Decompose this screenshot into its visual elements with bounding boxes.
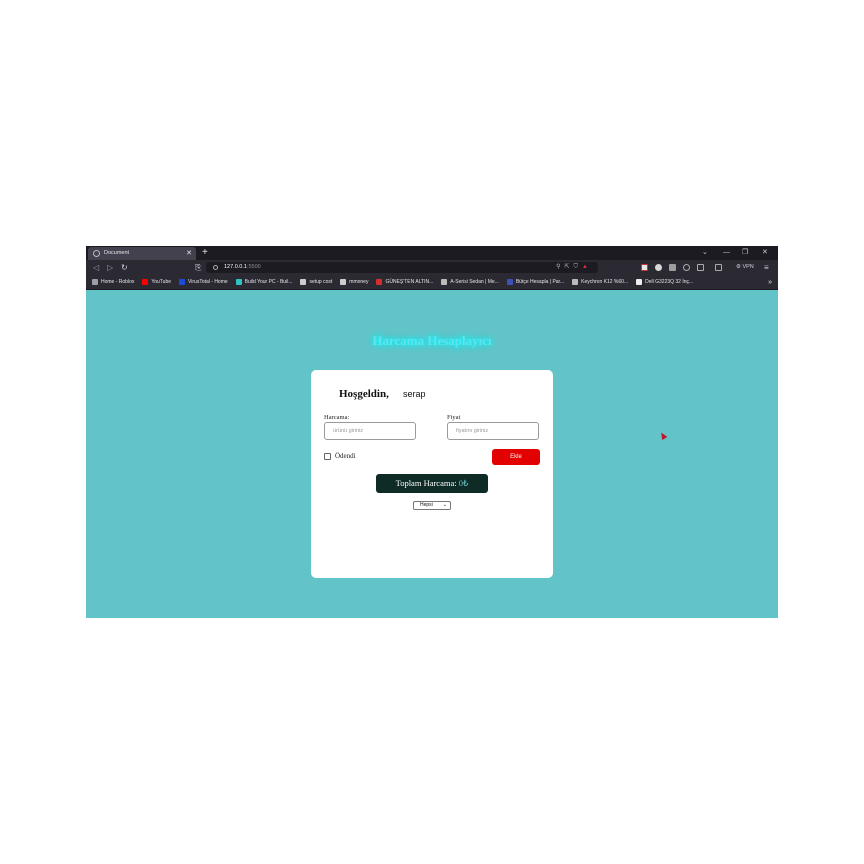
globe-icon [93, 250, 100, 257]
bookmark-favicon-icon [235, 279, 242, 285]
bookmark-item[interactable]: Keychron K12 %60... [572, 279, 628, 285]
paid-checkbox-row: Ödendi [324, 452, 356, 460]
filter-selected: Hepsi [420, 502, 433, 508]
chevron-down-icon[interactable]: ⌄ [702, 246, 708, 260]
shield-icon[interactable]: ⛉ [574, 264, 583, 270]
bookmark-favicon-icon [142, 279, 149, 285]
bookmarks-overflow-icon[interactable]: » [768, 275, 772, 290]
paid-checkbox[interactable] [324, 452, 331, 460]
menu-icon[interactable]: ≡ [764, 260, 769, 275]
total-expense: Toplam Harcama: 0₺ [376, 474, 488, 493]
maximize-icon[interactable]: ❐ [742, 246, 748, 260]
bookmark-favicon-icon [340, 279, 347, 285]
wallet-icon[interactable] [715, 264, 722, 271]
filter-select[interactable]: Hepsi ⌄ [413, 501, 451, 510]
bookmark-favicon-icon [92, 279, 98, 285]
bookmark-label: VirusTotal - Home [188, 279, 228, 285]
extension-icon[interactable] [655, 264, 662, 271]
expense-card: Hoşgeldin, serap Harcama: Fiyat Ödendi E… [311, 370, 553, 578]
bookmark-item[interactable]: Bütçe Hesapla | Par... [506, 279, 565, 285]
bookmarks-bar: Home - Roblox YouTube VirusTotal - Home … [86, 275, 778, 290]
bookmark-icon[interactable]: ⎘ [195, 260, 201, 275]
share-icon[interactable]: ⇱ [565, 264, 574, 270]
bookmark-item[interactable]: A-Serisi Sedan | Me... [441, 279, 499, 285]
new-tab-icon[interactable]: + [202, 246, 208, 260]
bookmark-label: Bütçe Hesapla | Par... [515, 279, 565, 285]
minimize-icon[interactable]: — [723, 246, 730, 260]
bookmark-label: Keychron K12 %60... [581, 279, 629, 285]
bookmark-item[interactable]: GÜNEŞ'TEN ALTIN... [376, 279, 433, 285]
chevron-down-icon: ⌄ [442, 502, 447, 508]
bookmark-item[interactable]: mmoney [340, 279, 368, 285]
vpn-button[interactable]: ⚙ VPN [736, 260, 754, 275]
bookmark-label: mmoney [349, 279, 369, 285]
add-button[interactable]: Ekle [492, 449, 540, 465]
url-port: :5500 [246, 264, 261, 270]
bookmark-label: Build Your PC - Buil... [244, 279, 293, 285]
bookmark-item[interactable]: Build Your PC - Buil... [235, 279, 293, 285]
page-content: Harcama Hesaplayıcı Hoşgeldin, serap Har… [86, 290, 778, 618]
bookmark-favicon-icon [441, 279, 448, 285]
vpn-label: VPN [742, 264, 754, 270]
address-actions: ⚲⇱⛉▲ [556, 262, 592, 273]
bookmark-label: YouTube [151, 279, 172, 285]
close-icon[interactable]: ✕ [186, 247, 192, 260]
price-label: Fiyat [447, 414, 461, 421]
page-title: Harcama Hesaplayıcı [372, 333, 492, 348]
expense-input[interactable] [324, 422, 416, 440]
bookmark-favicon-icon [506, 279, 513, 285]
extension-icon[interactable] [669, 264, 676, 271]
url-host: 127.0.0.1 [224, 264, 247, 270]
bookmark-favicon-icon [300, 279, 307, 285]
username: serap [403, 389, 426, 399]
tab-title: Document [104, 250, 130, 256]
extension-icon[interactable] [641, 264, 648, 271]
browser-window: Document ✕ + ⌄ — ❐ ✕ ◁ ▷ ↻ ⎘ 127.0.0.1:5… [86, 246, 778, 618]
bookmark-favicon-icon [376, 279, 383, 285]
nav-toolbar: ◁ ▷ ↻ ⎘ 127.0.0.1:5500 ⚲⇱⛉▲ ⚙ VPN ≡ [86, 260, 778, 275]
mouse-cursor-icon [658, 430, 668, 441]
total-label: Toplam Harcama: [395, 478, 459, 488]
bookmark-label: setup cost [309, 279, 333, 285]
expense-label: Harcama: [324, 414, 350, 421]
bookmark-label: A-Serisi Sedan | Me... [450, 279, 499, 285]
sidebar-icon[interactable] [697, 264, 704, 271]
bookmark-item[interactable]: Home - Roblox [92, 279, 134, 285]
price-input[interactable] [447, 422, 539, 440]
window-close-icon[interactable]: ✕ [762, 246, 768, 260]
back-icon[interactable]: ◁ [93, 260, 99, 275]
reader-icon[interactable]: ⚲ [556, 264, 564, 270]
bookmark-label: Home - Roblox [101, 279, 135, 285]
welcome-text: Hoşgeldin, [339, 388, 389, 400]
bookmark-favicon-icon [179, 279, 186, 285]
bookmark-favicon-icon [572, 279, 579, 285]
bookmark-label: GÜNEŞ'TEN ALTIN... [385, 279, 434, 285]
forward-icon[interactable]: ▷ [107, 260, 113, 275]
tab-bar: Document ✕ + ⌄ — ❐ ✕ [86, 246, 778, 260]
bookmark-item[interactable]: setup cost [300, 279, 332, 285]
tab-document[interactable]: Document ✕ [88, 247, 196, 260]
paid-label: Ödendi [335, 452, 356, 460]
bookmark-item[interactable]: Dell G3223Q 32 İnç... [636, 279, 693, 285]
site-info-icon[interactable] [213, 265, 218, 270]
bookmark-favicon-icon [636, 279, 643, 285]
bookmark-label: Dell G3223Q 32 İnç... [645, 279, 694, 285]
warning-icon[interactable]: ▲ [582, 264, 592, 270]
reload-icon[interactable]: ↻ [121, 260, 128, 275]
total-amount: 0₺ [458, 478, 469, 488]
bookmark-item[interactable]: YouTube [142, 279, 171, 285]
extension-icon[interactable] [683, 264, 690, 271]
address-bar[interactable]: 127.0.0.1:5500 ⚲⇱⛉▲ [206, 262, 598, 273]
bookmark-item[interactable]: VirusTotal - Home [179, 279, 228, 285]
